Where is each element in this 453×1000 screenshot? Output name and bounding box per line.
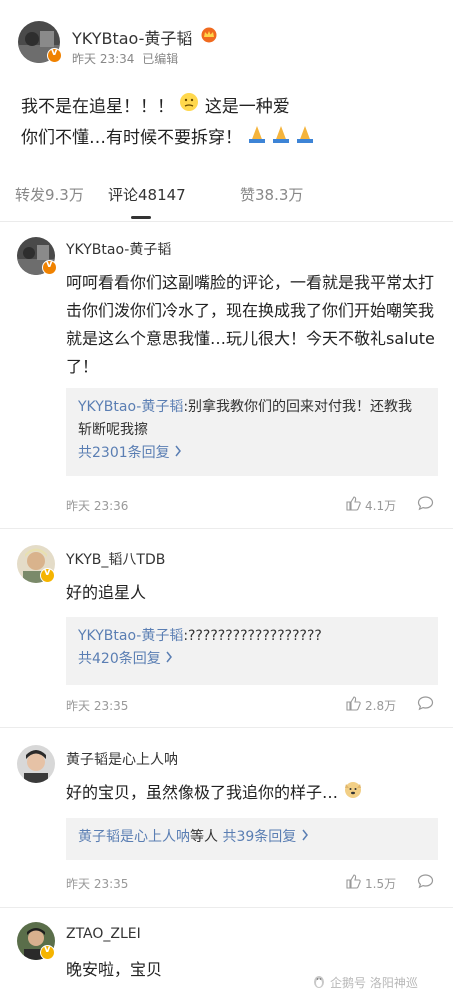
post-meta: 昨天 23:34 已编辑 (72, 50, 178, 67)
thumbs-up-icon (346, 696, 361, 714)
chevron-right-icon (301, 829, 309, 845)
post-tabs: 转发9.3万 评论48147 赞38.3万 (0, 172, 453, 222)
like-count: 2.8万 (365, 698, 397, 713)
chevron-right-icon (165, 651, 173, 667)
post-line-2: 你们不懂…有时候不要拆穿！ (21, 128, 242, 148)
like-count: 4.1万 (365, 498, 397, 513)
reply-author[interactable]: 黄子韬是心上人呐 (78, 829, 190, 845)
post-edited-label[interactable]: 已编辑 (142, 52, 178, 66)
post-line-1a: 我不是在追星！！！ (21, 97, 174, 117)
view-replies-link[interactable]: 共2301条回复 (78, 442, 426, 465)
reply-preview[interactable]: 黄子韬是心上人呐等人 共39条回复 (66, 818, 438, 860)
thumbs-up-icon (346, 874, 361, 892)
verified-badge-icon (40, 944, 55, 960)
tab-comments[interactable]: 评论48147 (108, 184, 186, 205)
crown-icon (200, 27, 218, 47)
divider (0, 727, 453, 728)
divider (0, 907, 453, 908)
comment-text-body: 好的宝贝，虽然像极了我追你的样子… (66, 783, 339, 802)
reply-preview[interactable]: YKYBtao-黄子韬:?????????????????? 共420条回复 (66, 617, 438, 685)
tab-likes[interactable]: 赞38.3万 (240, 184, 303, 205)
comment-time: 昨天 23:36 (66, 499, 129, 513)
post-body: 我不是在追星！！！ 这是一种爱 你们不懂…有时候不要拆穿！ (21, 92, 441, 154)
comment-text: 呵呵看看你们这副嘴脸的评论，一看就是我平常太打击你们泼你们冷水了，现在换成我了你… (66, 273, 435, 376)
post-line-1b: 这是一种爱 (204, 97, 290, 117)
like-button[interactable]: 2.8万 (346, 696, 396, 714)
comment-time: 昨天 23:35 (66, 699, 129, 713)
divider (0, 528, 453, 529)
active-tab-indicator (131, 216, 151, 219)
verified-badge-icon (42, 259, 57, 275)
reply-count[interactable]: 共39条回复 (222, 829, 296, 845)
comment-text: 好的追星人 (66, 583, 147, 602)
post-author-name[interactable]: YKYBtao-黄子韬 (72, 25, 192, 49)
commenter-avatar[interactable] (17, 745, 55, 783)
comment-bubble-icon[interactable] (417, 495, 434, 515)
commenter-name[interactable]: ZTAO_ZLEI (66, 926, 141, 942)
thinking-face-icon (179, 92, 199, 122)
comment-bubble-icon[interactable] (417, 695, 434, 715)
reply-author[interactable]: YKYBtao-黄子韬 (78, 399, 183, 415)
commenter-name[interactable]: YKYBtao-黄子韬 (66, 239, 171, 259)
watermark-text: 企鹅号 洛阳神巡 (330, 976, 418, 990)
like-count: 1.5万 (365, 876, 397, 891)
view-replies-link[interactable]: 共39条回复 (222, 829, 308, 845)
verified-badge-icon (40, 567, 55, 583)
chevron-right-icon (174, 445, 182, 461)
reply-count[interactable]: 共2301条回复 (78, 445, 170, 461)
penguin-logo-icon (312, 974, 326, 991)
like-button[interactable]: 4.1万 (346, 496, 396, 514)
comment-bubble-icon[interactable] (417, 873, 434, 893)
post-author: YKYBtao-黄子韬 (72, 25, 218, 49)
weibo-post: YKYBtao-黄子韬 昨天 23:34 已编辑 我不是在追星！！！ 这是一种爱… (0, 0, 453, 162)
reply-text: :?????????????????? (183, 628, 322, 644)
reply-mid-text: 等人 (190, 829, 218, 845)
like-button[interactable]: 1.5万 (346, 874, 396, 892)
commenter-name[interactable]: 黄子韬是心上人呐 (66, 749, 178, 769)
doge-face-icon (343, 779, 363, 808)
watermark: 企鹅号 洛阳神巡 (312, 974, 418, 991)
tab-repost[interactable]: 转发9.3万 (15, 184, 84, 205)
view-replies-link[interactable]: 共420条回复 (78, 648, 426, 671)
verified-badge-icon (47, 47, 62, 63)
post-time: 昨天 23:34 (72, 52, 135, 66)
comment-time: 昨天 23:35 (66, 877, 129, 891)
folded-hands-icon (247, 122, 319, 154)
thumbs-up-icon (346, 496, 361, 514)
reply-author[interactable]: YKYBtao-黄子韬 (78, 628, 183, 644)
reply-count[interactable]: 共420条回复 (78, 651, 161, 667)
commenter-name[interactable]: YKYB_韬八TDB (66, 549, 165, 569)
reply-preview[interactable]: YKYBtao-黄子韬:别拿我教你们的回来对付我！还教我斩断呢我擦 共2301条… (66, 388, 438, 476)
comment-text: 好的宝贝，虽然像极了我追你的样子… (66, 779, 441, 808)
